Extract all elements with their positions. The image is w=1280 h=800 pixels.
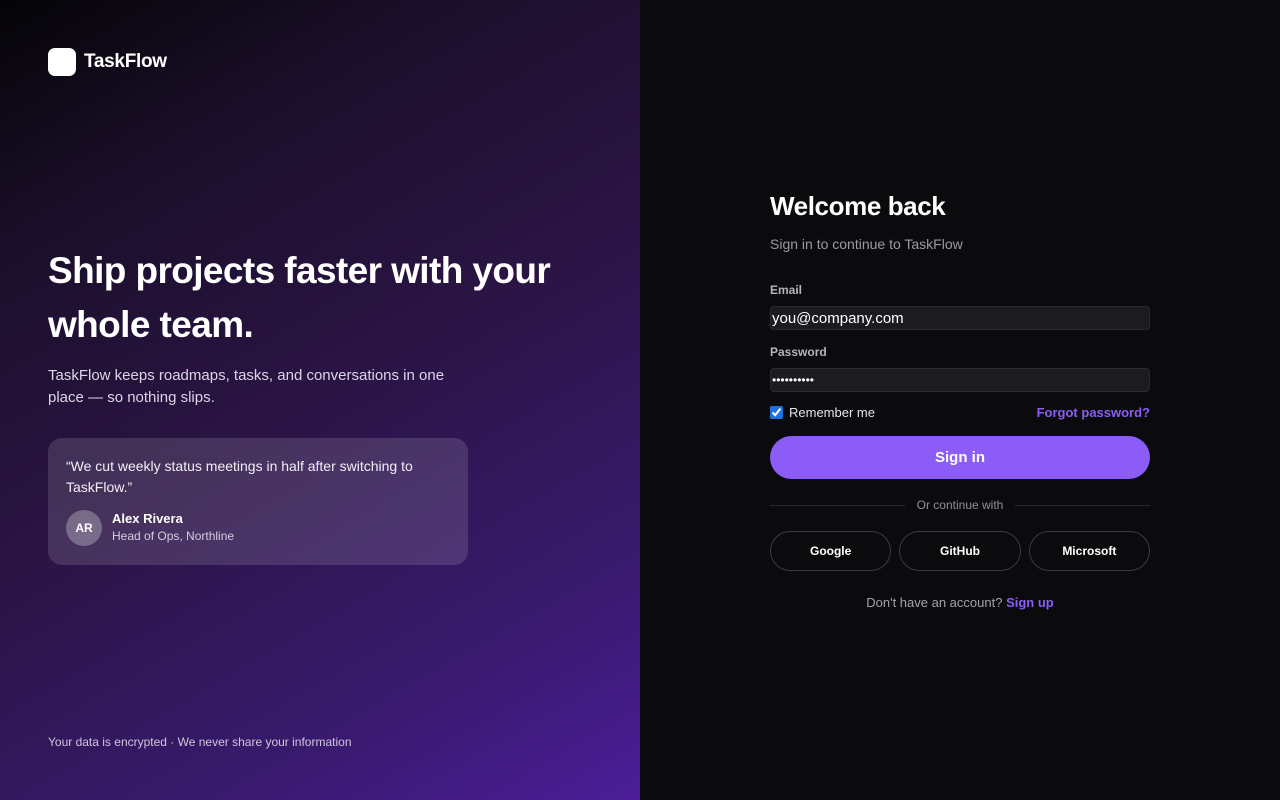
signin-panel: Welcome back Sign in to continue to Task… (640, 0, 1280, 800)
microsoft-button[interactable]: Microsoft (1028, 531, 1150, 571)
form-subtitle: Sign in to continue to TaskFlow (770, 236, 963, 252)
divider-text: Or continue with (916, 498, 1004, 512)
divider: Or continue with (770, 497, 1150, 513)
hero-subtitle: TaskFlow keeps roadmaps, tasks, and conv… (48, 367, 445, 406)
author-details: Alex Rivera Head of Ops, Northline (112, 510, 234, 546)
sign-up-link[interactable]: Sign up (1006, 595, 1054, 610)
brand-panel: TaskFlow Ship projects faster with your … (0, 0, 640, 800)
testimonial-quote: “We cut weekly status meetings in half a… (66, 458, 413, 495)
remember-checkbox[interactable] (770, 405, 783, 419)
password-label: Password (770, 345, 827, 359)
google-button[interactable]: Google (770, 531, 892, 571)
signup-text: Don't have an account? (866, 595, 1003, 610)
remember-me[interactable]: Remember me (770, 405, 875, 420)
brand-name: TaskFlow (84, 51, 167, 72)
sign-in-button[interactable]: Sign in (770, 436, 1150, 479)
avatar: AR (66, 510, 102, 546)
forgot-password-link[interactable]: Forgot password? (1037, 405, 1150, 420)
email-field[interactable] (770, 306, 1150, 330)
github-button[interactable]: GitHub (899, 531, 1021, 571)
author-role: Head of Ops, Northline (112, 529, 235, 543)
brand-logo: TaskFlow (48, 48, 167, 76)
social-login-buttons: Google GitHub Microsoft (770, 531, 1150, 571)
testimonial-author: AR Alex Rivera Head of Ops, Northline (66, 510, 450, 546)
remember-label: Remember me (789, 404, 875, 420)
form-options: Remember me Forgot password? (770, 400, 1150, 424)
divider-line (1015, 504, 1150, 506)
password-field[interactable] (770, 368, 1150, 392)
logo-icon (48, 48, 76, 76)
signup-prompt: Don't have an account? Sign up (770, 595, 1150, 610)
form-title: Welcome back (770, 191, 946, 221)
signin-form: Welcome back Sign in to continue to Task… (770, 190, 1150, 610)
hero-title: Ship projects faster with your whole tea… (48, 250, 551, 345)
testimonial-card: “We cut weekly status meetings in half a… (48, 438, 468, 565)
email-label: Email (770, 283, 803, 297)
author-name: Alex Rivera (112, 511, 183, 526)
divider-line (770, 504, 905, 506)
security-footnote: Your data is encrypted · We never share … (48, 735, 352, 749)
